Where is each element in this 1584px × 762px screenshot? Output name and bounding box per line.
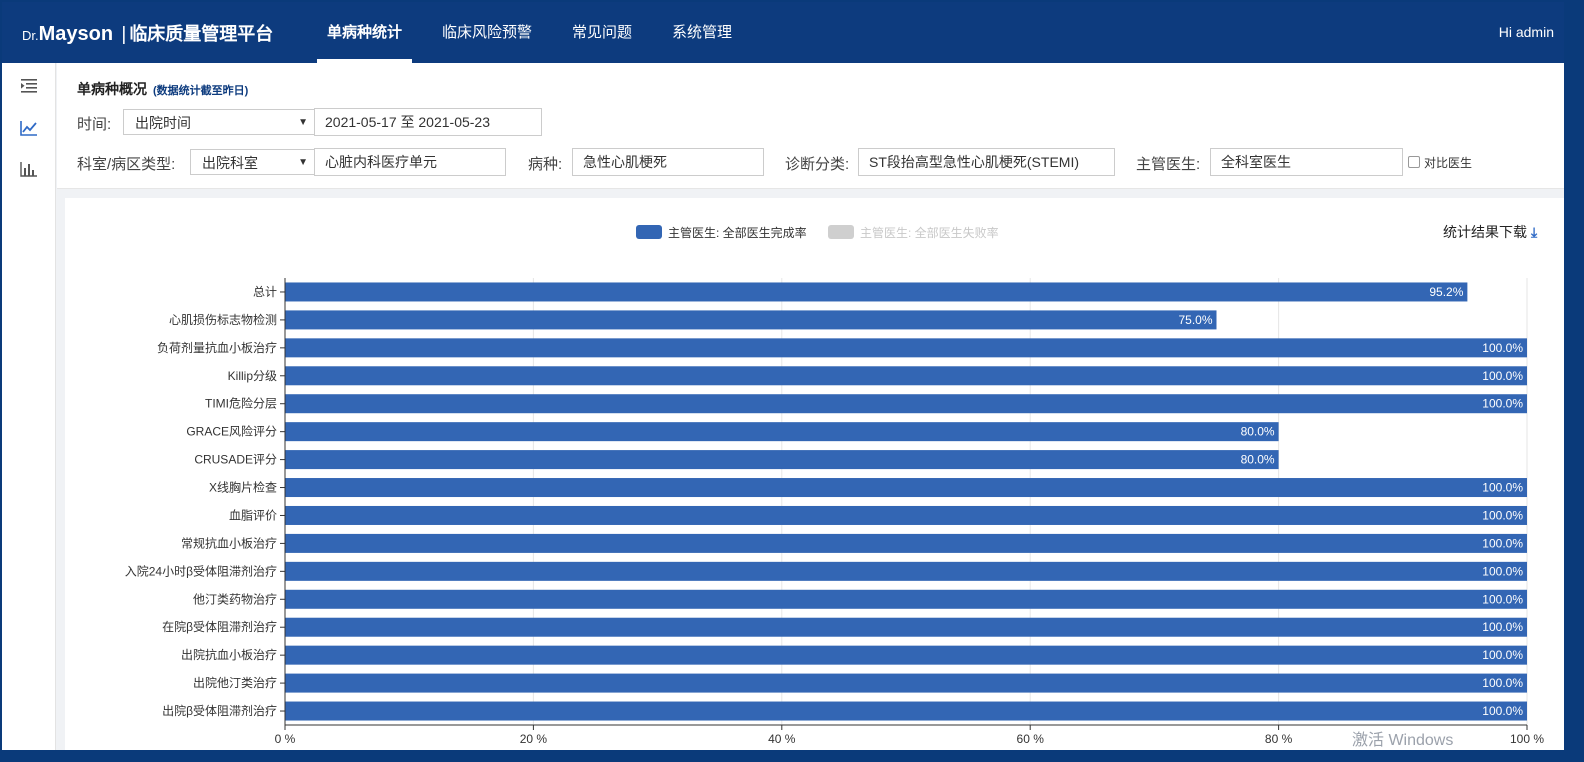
bar xyxy=(285,561,1527,581)
category-label: 血脂评价 xyxy=(229,507,277,522)
bar xyxy=(285,282,1468,302)
x-tick-label: 80 % xyxy=(1265,732,1293,746)
data-label: 100.0% xyxy=(1482,369,1523,383)
data-label: 100.0% xyxy=(1482,648,1523,662)
platform-title: 临床质量管理平台 xyxy=(129,24,274,44)
category-label: 他汀类药物治疗 xyxy=(193,592,277,606)
category-label: Killip分级 xyxy=(228,369,277,383)
data-label: 75.0% xyxy=(1178,313,1212,327)
line-chart-icon[interactable] xyxy=(19,118,39,138)
page-subtitle: (数据统计截至昨日) xyxy=(153,85,249,97)
bar-chart-icon[interactable] xyxy=(19,159,39,179)
bar xyxy=(285,617,1527,637)
left-sidebar xyxy=(2,63,56,750)
disease-label: 病种: xyxy=(528,156,563,173)
doctor-label: 主管医生: xyxy=(1136,156,1201,173)
bar xyxy=(285,394,1527,414)
bar xyxy=(285,589,1527,609)
bar xyxy=(285,366,1527,386)
brand-separator: | xyxy=(121,24,127,45)
data-label: 100.0% xyxy=(1482,676,1523,690)
page-title-text: 单病种概况 xyxy=(77,81,147,97)
data-label: 100.0% xyxy=(1482,508,1523,522)
dept-type-value: 出院科室 xyxy=(202,155,258,171)
category-label: 心肌损伤标志物检测 xyxy=(169,312,277,327)
data-label: 80.0% xyxy=(1241,453,1275,467)
category-label: 出院他汀类治疗 xyxy=(193,676,277,690)
data-label: 100.0% xyxy=(1482,397,1523,411)
page-title: 单病种概况 (数据统计截至昨日) xyxy=(77,79,248,99)
data-label: 80.0% xyxy=(1241,425,1275,439)
category-label: 总计 xyxy=(253,285,277,299)
category-label: 常规抗血小板治疗 xyxy=(181,535,277,550)
data-label: 100.0% xyxy=(1482,620,1523,634)
category-label: X线胸片检查 xyxy=(209,480,277,495)
nav-item-faq[interactable]: 常见问题 xyxy=(562,2,642,63)
data-label: 100.0% xyxy=(1482,341,1523,355)
user-greeting[interactable]: Hi admin xyxy=(1499,24,1554,40)
x-tick-label: 20 % xyxy=(520,732,548,746)
category-label: 出院抗血小板治疗 xyxy=(181,647,277,662)
compare-doctor-label: 对比医生 xyxy=(1424,156,1473,170)
brand-logo[interactable]: Dr.Mayson | 临床质量管理平台 xyxy=(22,20,273,46)
dept-input[interactable]: 心脏内科医疗单元 xyxy=(314,148,506,176)
app-window: Dr.Mayson | 临床质量管理平台 单病种统计 临床风险预警 常见问题 系统… xyxy=(2,2,1564,750)
data-label: 100.0% xyxy=(1482,564,1523,578)
bar xyxy=(285,310,1217,330)
bar-chart: 0 % 20 % 40 % 60 % 80 % 100 % 总计 95.2% 心肌损伤标志物检测… xyxy=(125,278,1544,746)
chevron-down-icon: ▼ xyxy=(298,117,308,128)
category-label: TIMI危险分层 xyxy=(205,396,277,411)
doctor-input[interactable]: 全科室医生 xyxy=(1210,148,1403,176)
nav-item-disease-stats[interactable]: 单病种统计 xyxy=(317,2,413,63)
bar xyxy=(285,450,1279,470)
x-tick-label: 40 % xyxy=(768,732,796,746)
bar xyxy=(285,645,1527,665)
category-label: CRUSADE评分 xyxy=(194,453,277,467)
bar xyxy=(285,673,1527,693)
category-label: 在院β受体阻滞剂治疗 xyxy=(162,619,277,634)
x-tick-label: 0 % xyxy=(275,732,296,746)
bar xyxy=(285,422,1279,442)
bar xyxy=(285,505,1527,525)
brand-dr: Dr. xyxy=(22,28,39,43)
disease-input[interactable]: 急性心肌梗死 xyxy=(572,148,764,176)
category-label: GRACE风险评分 xyxy=(186,424,277,439)
nav-item-risk-warning[interactable]: 临床风险预警 xyxy=(432,2,542,63)
chart-panel: 主管医生: 全部医生完成率 主管医生: 全部医生失败率 统计结果下载 ⤓ 0 % 2… xyxy=(65,198,1564,750)
date-range-input[interactable]: 2021-05-17 至 2021-05-23 xyxy=(314,108,542,136)
x-tick-label: 60 % xyxy=(1017,732,1045,746)
x-tick-label: 100 % xyxy=(1510,732,1544,746)
filter-panel: 单病种概况 (数据统计截至昨日) 时间: 出院时间 ▼ 2021-05-17 至 … xyxy=(57,63,1564,189)
diagnosis-label: 诊断分类: xyxy=(785,156,850,173)
bar xyxy=(285,701,1527,721)
time-label: 时间: xyxy=(77,116,112,133)
main-nav: 单病种统计 临床风险预警 常见问题 系统管理 xyxy=(317,2,762,63)
bar xyxy=(285,338,1527,358)
chevron-down-icon: ▼ xyxy=(298,157,308,168)
compare-doctor-checkbox[interactable] xyxy=(1408,156,1420,168)
data-label: 95.2% xyxy=(1429,285,1463,299)
windows-activation-watermark: 激活 Windows xyxy=(1352,732,1454,749)
brand-name: Mayson xyxy=(38,23,114,45)
nav-item-system-admin[interactable]: 系统管理 xyxy=(662,2,742,63)
category-label: 出院β受体阻滞剂治疗 xyxy=(162,703,277,718)
category-label: 入院24小时β受体阻滞剂治疗 xyxy=(125,563,277,578)
data-label: 100.0% xyxy=(1482,592,1523,606)
dept-type-select[interactable]: 出院科室 ▼ xyxy=(190,149,315,175)
data-label: 100.0% xyxy=(1482,536,1523,550)
bar xyxy=(285,533,1527,553)
time-type-select[interactable]: 出院时间 ▼ xyxy=(123,109,315,135)
time-type-value: 出院时间 xyxy=(135,115,191,131)
dept-type-label: 科室/病区类型: xyxy=(77,156,176,173)
data-label: 100.0% xyxy=(1482,481,1523,495)
top-navbar: Dr.Mayson | 临床质量管理平台 单病种统计 临床风险预警 常见问题 系统… xyxy=(2,2,1564,63)
data-label: 100.0% xyxy=(1482,704,1523,718)
bar xyxy=(285,478,1527,498)
collapse-menu-icon[interactable] xyxy=(19,75,39,95)
category-label: 负荷剂量抗血小板治疗 xyxy=(157,340,277,355)
diagnosis-input[interactable]: ST段抬高型急性心肌梗死(STEMI) xyxy=(858,148,1115,176)
